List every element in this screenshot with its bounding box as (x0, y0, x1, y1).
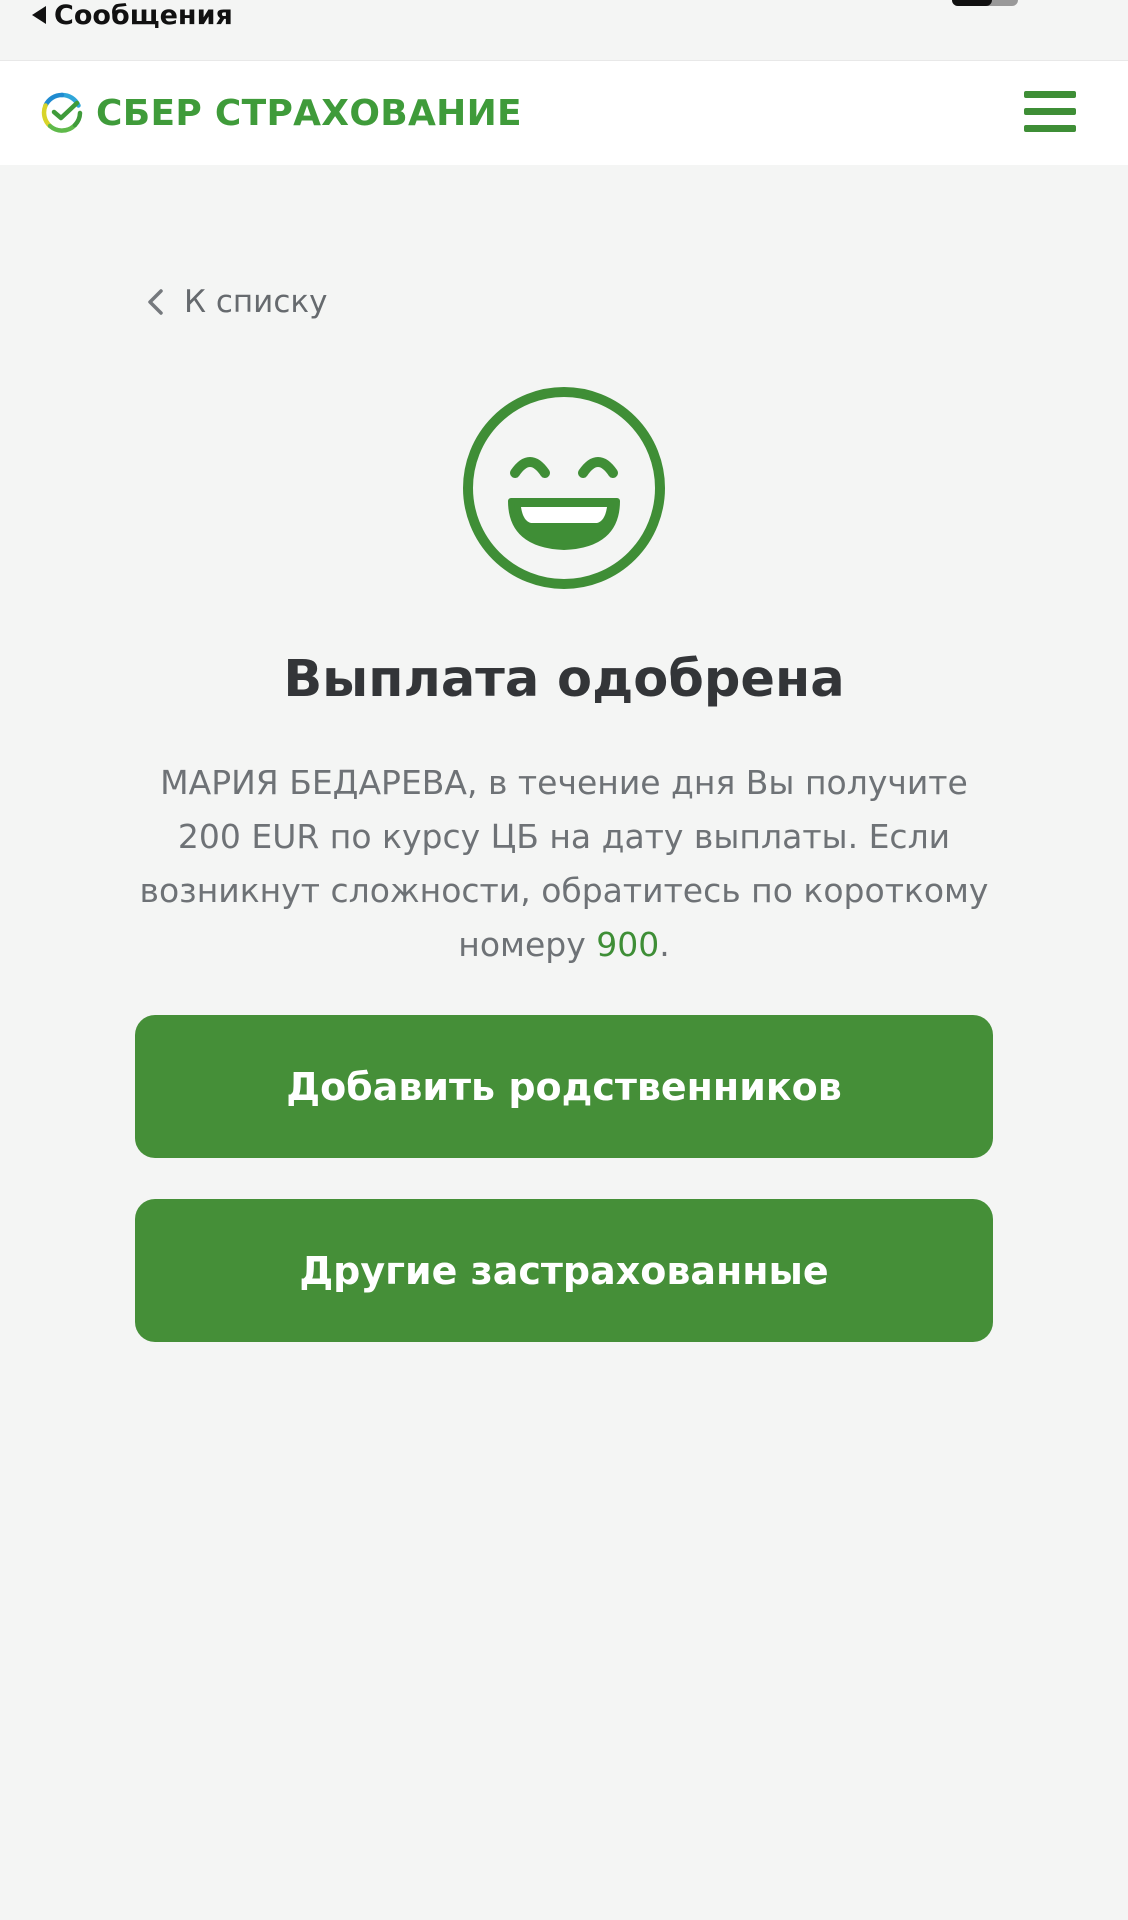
payout-message: МАРИЯ БЕДАРЕВА, в течение дня Вы получит… (124, 756, 1004, 972)
back-to-list-link[interactable]: К списку (146, 280, 327, 324)
message-line-4-suffix: . (659, 925, 670, 964)
back-triangle-icon (32, 6, 46, 24)
message-line-1: МАРИЯ БЕДАРЕВА, в течение дня Вы получит… (160, 763, 968, 802)
smiling-face-icon (463, 387, 665, 589)
message-line-4-prefix: номеру (458, 925, 597, 964)
message-line-2: 200 EUR по курсу ЦБ на дату выплаты. Есл… (177, 817, 951, 856)
app-header: СБЕР СТРАХОВАНИЕ (0, 60, 1128, 165)
message-line-3: возникнут сложности, обратитесь по корот… (139, 871, 989, 910)
back-to-messages-label: Сообщения (54, 0, 233, 31)
brand-name: СБЕР СТРАХОВАНИЕ (96, 92, 522, 134)
sber-logo-icon (41, 92, 83, 133)
short-phone-number[interactable]: 900 (596, 925, 659, 964)
hamburger-menu-icon[interactable] (1024, 91, 1076, 133)
battery-icon (952, 0, 1018, 6)
page-title: Выплата одобрена (283, 650, 845, 709)
add-relatives-button[interactable]: Добавить родственников (135, 1015, 993, 1158)
status-bar: Сообщения (0, 0, 1128, 60)
back-to-messages-link[interactable]: Сообщения (32, 0, 233, 31)
chevron-left-icon (148, 289, 163, 315)
other-insured-button[interactable]: Другие застрахованные (135, 1199, 993, 1342)
brand-logo[interactable]: СБЕР СТРАХОВАНИЕ (40, 89, 522, 137)
message-line-4: номеру 900. (124, 918, 1004, 972)
back-to-list-label: К списку (184, 284, 328, 320)
